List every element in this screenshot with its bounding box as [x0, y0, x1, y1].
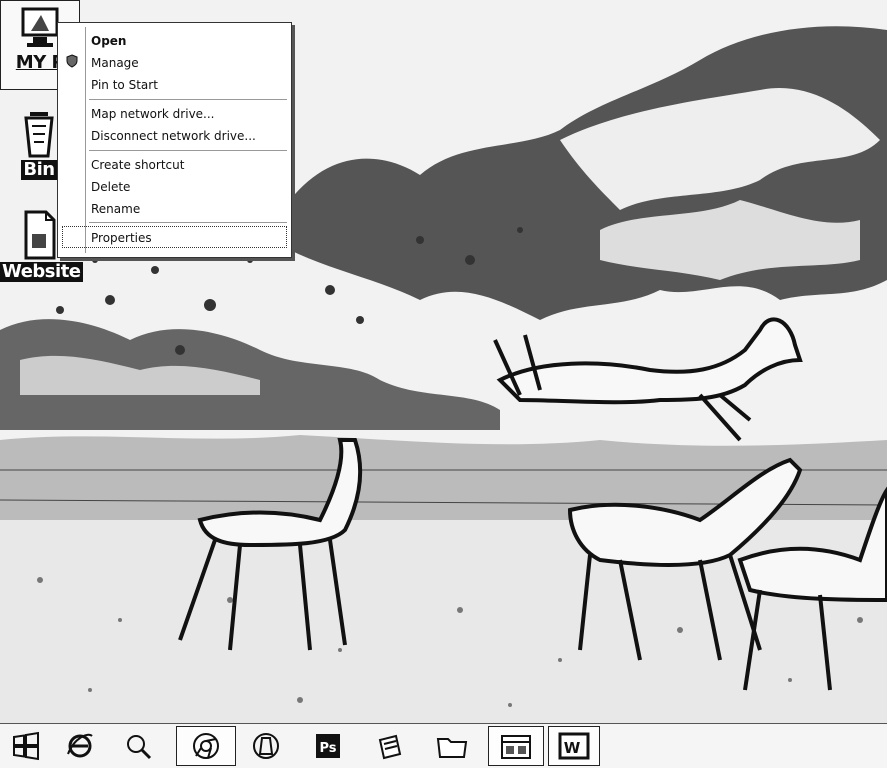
notes-icon: [378, 734, 402, 760]
search-magnifier-icon: [127, 735, 152, 760]
folder-icon: [436, 738, 468, 758]
chrome-icon: [193, 733, 219, 759]
windows-start-icon: [13, 731, 39, 761]
menu-separator: [89, 222, 287, 223]
menu-item-create-shortcut[interactable]: Create shortcut: [91, 157, 184, 173]
word-icon: W: [558, 732, 590, 760]
taskbar-internet-explorer[interactable]: [54, 726, 106, 766]
taskbar-start-button[interactable]: [0, 726, 52, 766]
taskbar-chrome[interactable]: [176, 726, 236, 766]
vlc-icon: [253, 733, 279, 759]
menu-gutter-divider: [85, 27, 86, 253]
document-icon: [24, 210, 56, 260]
menu-item-rename[interactable]: Rename: [91, 201, 140, 217]
svg-text:W: W: [564, 739, 581, 757]
desktop-icon-label: Bin: [21, 159, 57, 180]
desktop-icon-label: Website: [0, 261, 83, 282]
menu-item-map-network-drive[interactable]: Map network drive...: [91, 106, 215, 122]
file-explorer-icon: [501, 735, 531, 759]
menu-item-manage[interactable]: Manage: [91, 55, 139, 71]
internet-explorer-icon: [67, 733, 93, 758]
desktop[interactable]: MY P Bin Website Open Manage Pin to Star…: [0, 0, 887, 768]
menu-item-open[interactable]: Open: [91, 33, 126, 49]
taskbar-search[interactable]: [112, 726, 164, 766]
menu-item-pin-to-start[interactable]: Pin to Start: [91, 77, 158, 93]
taskbar-word[interactable]: W: [548, 726, 600, 766]
taskbar-file-explorer[interactable]: [488, 726, 544, 766]
menu-item-delete[interactable]: Delete: [91, 179, 130, 195]
taskbar: Ps W: [0, 723, 887, 768]
context-menu: Open Manage Pin to Start Map network dri…: [57, 22, 292, 258]
menu-item-properties[interactable]: Properties: [91, 230, 152, 246]
uac-shield-icon: [66, 54, 78, 68]
menu-item-disconnect-network-drive[interactable]: Disconnect network drive...: [91, 128, 256, 144]
menu-separator: [89, 99, 287, 100]
svg-text:Ps: Ps: [319, 741, 336, 756]
taskbar-folder[interactable]: [426, 726, 478, 766]
taskbar-photoshop[interactable]: Ps: [302, 726, 354, 766]
menu-separator: [89, 150, 287, 151]
taskbar-vlc[interactable]: [240, 726, 292, 766]
photoshop-icon: Ps: [316, 734, 340, 758]
recycle-bin-icon: [24, 112, 54, 158]
taskbar-notes[interactable]: [364, 726, 416, 766]
